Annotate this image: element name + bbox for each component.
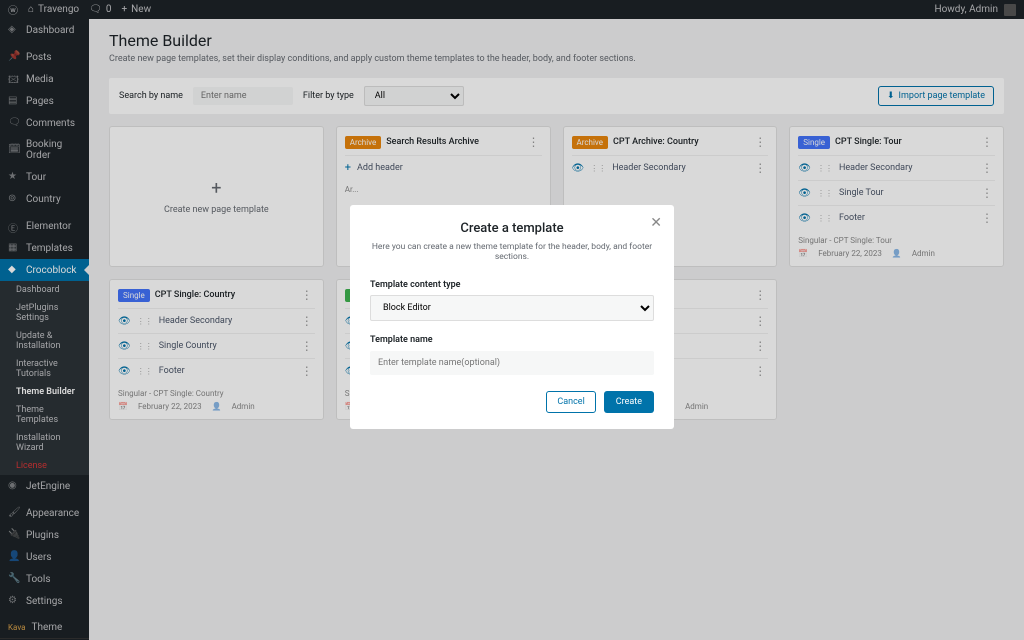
modal-description: Here you can create a new theme template… [370,242,654,262]
name-label: Template name [370,335,654,345]
create-button[interactable]: Create [604,391,654,413]
content-type-select[interactable]: Block Editor [370,295,654,321]
template-name-input[interactable] [370,351,654,375]
close-icon[interactable]: ✕ [650,215,662,231]
cancel-button[interactable]: Cancel [546,391,595,413]
modal-title: Create a template [370,221,654,236]
modal-overlay[interactable]: ✕ Create a template Here you can create … [0,0,1024,640]
type-label: Template content type [370,280,654,290]
create-template-modal: ✕ Create a template Here you can create … [350,205,674,429]
